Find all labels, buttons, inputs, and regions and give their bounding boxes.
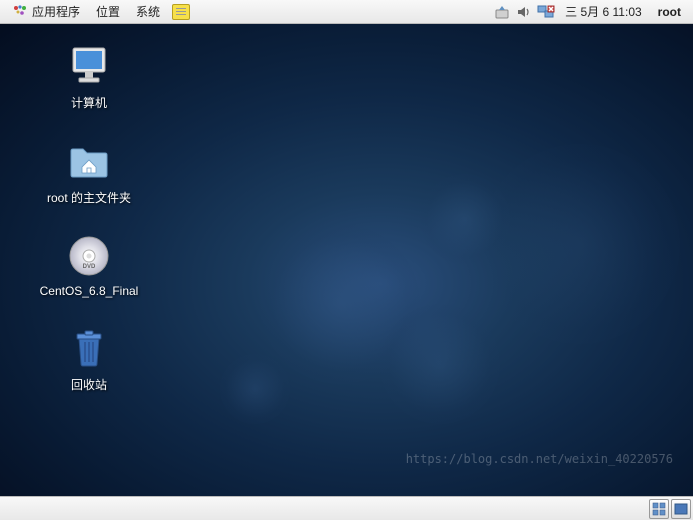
trash-icon[interactable]: 回收站 — [24, 320, 154, 397]
top-panel: 应用程序 位置 系统 三 5月 6 11:03 root — [0, 0, 693, 24]
clock-text: 三 5月 6 11:03 — [565, 5, 642, 19]
clock[interactable]: 三 5月 6 11:03 — [557, 3, 650, 20]
home-folder-icon[interactable]: root 的主文件夹 — [24, 133, 154, 210]
computer-icon[interactable]: 计算机 — [24, 38, 154, 115]
user-label: root — [658, 5, 681, 19]
desktop-icons-container: 计算机 root 的主文件夹 DVD — [24, 38, 154, 397]
applications-menu[interactable]: 应用程序 — [4, 0, 88, 23]
computer-label: 计算机 — [71, 94, 107, 111]
applications-label: 应用程序 — [32, 3, 80, 20]
trash-label: 回收站 — [71, 376, 107, 393]
system-label: 系统 — [136, 3, 160, 20]
notes-app-launcher[interactable] — [172, 4, 190, 20]
folder-home-icon — [65, 137, 113, 185]
dvd-icon[interactable]: DVD CentOS_6.8_Final — [24, 228, 154, 302]
places-label: 位置 — [96, 3, 120, 20]
update-notifier-icon[interactable] — [492, 2, 512, 22]
home-folder-label: root 的主文件夹 — [47, 189, 131, 206]
gnome-foot-icon — [12, 4, 28, 20]
dvd-label: CentOS_6.8_Final — [40, 284, 139, 298]
user-menu[interactable]: root — [650, 5, 689, 19]
show-desktop-button[interactable] — [649, 499, 669, 519]
monitor-icon — [65, 42, 113, 90]
watermark-text: https://blog.csdn.net/weixin_40220576 — [406, 452, 673, 466]
system-menu[interactable]: 系统 — [128, 0, 168, 23]
svg-text:DVD: DVD — [83, 264, 96, 270]
network-icon[interactable] — [536, 2, 556, 22]
bottom-panel — [0, 496, 693, 520]
optical-disc-icon: DVD — [65, 232, 113, 280]
volume-icon[interactable] — [514, 2, 534, 22]
trash-bin-icon — [65, 324, 113, 372]
places-menu[interactable]: 位置 — [88, 0, 128, 23]
desktop[interactable]: 计算机 root 的主文件夹 DVD — [0, 24, 693, 496]
workspace-switcher[interactable] — [671, 499, 691, 519]
